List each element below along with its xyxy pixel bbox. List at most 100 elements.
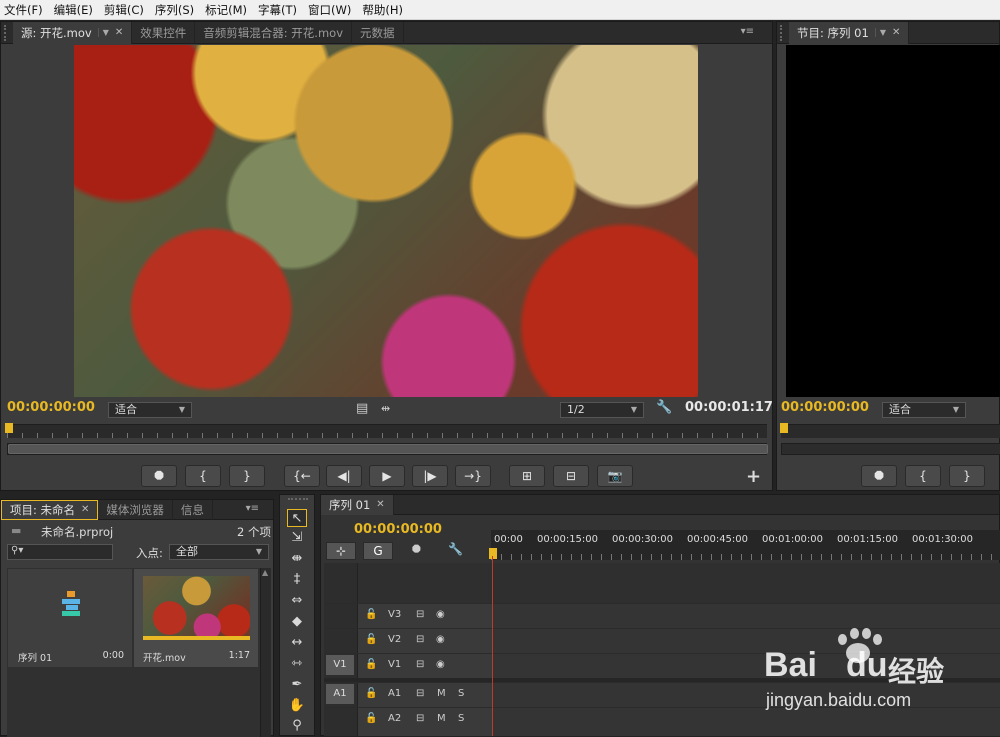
program-mark-in-button[interactable]: { xyxy=(905,465,941,487)
tab-audio-clip-mixer[interactable]: 音频剪辑混合器: 开花.mov xyxy=(195,21,353,44)
menu-window[interactable]: 窗口(W) xyxy=(308,2,351,18)
mute-button[interactable]: M xyxy=(437,713,446,724)
add-marker-icon[interactable]: ⯃ xyxy=(412,543,421,557)
track-label-v3[interactable]: V3 xyxy=(388,609,401,620)
play-button[interactable]: ▶ xyxy=(369,465,405,487)
snap-button[interactable]: ⊹ xyxy=(326,542,356,560)
panel-menu-icon[interactable]: ▾≡ xyxy=(741,26,754,37)
linked-selection-button[interactable]: G xyxy=(363,542,393,560)
close-icon[interactable]: ✕ xyxy=(376,499,384,510)
lock-icon[interactable]: 🔓 xyxy=(365,609,377,620)
wrench-icon[interactable]: 🔧 xyxy=(656,400,672,415)
timeline-playhead-icon[interactable] xyxy=(489,548,497,559)
program-add-marker-button[interactable]: ⯃ xyxy=(861,465,897,487)
tab-effect-controls[interactable]: 效果控件 xyxy=(132,21,196,44)
source-patch-a1[interactable]: A1 xyxy=(326,684,354,704)
track-label-a1[interactable]: A1 xyxy=(388,688,401,699)
project-scrollbar[interactable]: ▲ xyxy=(260,568,271,737)
selection-tool-icon[interactable]: ↖ xyxy=(287,509,307,527)
source-fit-select[interactable]: 适合 xyxy=(108,402,192,418)
timeline-settings-wrench-icon[interactable]: 🔧 xyxy=(448,542,463,556)
track-label-v1[interactable]: V1 xyxy=(388,659,401,670)
export-frame-button[interactable]: 📷 xyxy=(597,465,633,487)
solo-button[interactable]: S xyxy=(458,713,464,724)
sync-lock-icon[interactable]: ⊟ xyxy=(416,634,424,645)
sync-lock-icon[interactable]: ⊟ xyxy=(416,713,424,724)
mark-in-button[interactable]: { xyxy=(185,465,221,487)
program-mark-out-button[interactable]: } xyxy=(949,465,985,487)
menu-marker[interactable]: 标记(M) xyxy=(205,2,247,18)
go-to-out-button[interactable]: →} xyxy=(455,465,491,487)
scroll-thumb[interactable] xyxy=(8,444,768,454)
panel-grip-icon[interactable] xyxy=(4,24,10,41)
rolling-edit-tool-icon[interactable]: ‡ xyxy=(287,571,307,589)
step-forward-button[interactable]: |▶ xyxy=(412,465,448,487)
film-strip-icon[interactable]: ▤ xyxy=(356,401,368,416)
project-item-sequence[interactable]: 序列 01 0:00 xyxy=(8,569,132,667)
program-fit-select[interactable]: 适合 xyxy=(882,402,966,418)
source-timecode[interactable]: 00:00:00:00 xyxy=(7,400,95,415)
tab-media-browser[interactable]: 媒体浏览器 xyxy=(98,499,173,520)
tab-program[interactable]: 节目: 序列 01 ▼ ✕ xyxy=(789,21,910,44)
drag-audio-video-icon[interactable]: ⇹ xyxy=(381,402,390,415)
source-playhead-icon[interactable] xyxy=(5,423,13,433)
ripple-edit-tool-icon[interactable]: ⇼ xyxy=(287,550,307,568)
program-playhead-icon[interactable] xyxy=(780,423,788,433)
panel-menu-icon[interactable]: ▾≡ xyxy=(246,503,259,514)
timeline-timecode[interactable]: 00:00:00:00 xyxy=(354,522,442,537)
menu-file[interactable]: 文件(F) xyxy=(4,2,43,18)
sync-lock-icon[interactable]: ⊟ xyxy=(416,688,424,699)
button-editor-add-icon[interactable]: + xyxy=(746,466,761,487)
panel-grip-icon[interactable] xyxy=(288,498,308,502)
resolution-select[interactable]: 1/2 xyxy=(560,402,644,418)
program-zoom-scrollbar[interactable] xyxy=(781,443,1000,455)
menu-help[interactable]: 帮助(H) xyxy=(362,2,403,18)
hand-tool-icon[interactable]: ✋ xyxy=(287,697,307,715)
source-patch-v1[interactable]: V1 xyxy=(326,655,354,675)
close-icon[interactable]: ✕ xyxy=(115,27,123,38)
program-time-ruler[interactable] xyxy=(781,424,1000,438)
lock-icon[interactable]: 🔓 xyxy=(365,713,377,724)
project-item-clip[interactable]: 开花.mov 1:17 xyxy=(134,569,258,667)
tab-source[interactable]: 源: 开花.mov ▼ ✕ xyxy=(13,21,133,44)
close-icon[interactable]: ✕ xyxy=(81,504,89,515)
source-zoom-scrollbar[interactable] xyxy=(7,443,768,455)
lock-icon[interactable]: 🔓 xyxy=(365,688,377,699)
menu-edit[interactable]: 编辑(E) xyxy=(54,2,93,18)
chevron-down-icon[interactable]: ▼ xyxy=(874,28,886,37)
menu-sequence[interactable]: 序列(S) xyxy=(155,2,194,18)
add-marker-button[interactable]: ⯃ xyxy=(141,465,177,487)
eye-icon[interactable]: ◉ xyxy=(436,659,445,670)
lock-icon[interactable]: 🔓 xyxy=(365,634,377,645)
tab-project[interactable]: 项目: 未命名 ✕ xyxy=(1,499,99,520)
lock-icon[interactable]: 🔓 xyxy=(365,659,377,670)
sync-lock-icon[interactable]: ⊟ xyxy=(416,659,424,670)
pen-tool-icon[interactable]: ✒ xyxy=(287,676,307,694)
timeline-ruler[interactable]: 00:00 00:00:15:00 00:00:30:00 00:00:45:0… xyxy=(491,530,1000,560)
scroll-up-icon[interactable]: ▲ xyxy=(262,568,268,577)
step-back-button[interactable]: ◀| xyxy=(326,465,362,487)
solo-button[interactable]: S xyxy=(458,688,464,699)
tab-metadata[interactable]: 元数据 xyxy=(352,21,404,44)
mute-button[interactable]: M xyxy=(437,688,446,699)
sync-lock-icon[interactable]: ⊟ xyxy=(416,609,424,620)
in-point-select[interactable]: 全部 xyxy=(169,544,269,560)
track-label-a2[interactable]: A2 xyxy=(388,713,401,724)
track-label-v2[interactable]: V2 xyxy=(388,634,401,645)
tab-info[interactable]: 信息 xyxy=(173,499,213,520)
menu-title[interactable]: 字幕(T) xyxy=(258,2,297,18)
slide-tool-icon[interactable]: ⇿ xyxy=(287,655,307,673)
program-timecode[interactable]: 00:00:00:00 xyxy=(781,400,869,415)
tab-sequence[interactable]: 序列 01 ✕ xyxy=(321,494,394,515)
insert-button[interactable]: ⊞ xyxy=(509,465,545,487)
panel-grip-icon[interactable] xyxy=(780,24,786,41)
go-to-in-button[interactable]: {← xyxy=(284,465,320,487)
eye-icon[interactable]: ◉ xyxy=(436,634,445,645)
search-input[interactable]: ⚲▾ xyxy=(7,544,113,560)
mark-out-button[interactable]: } xyxy=(229,465,265,487)
slip-tool-icon[interactable]: ↔ xyxy=(287,634,307,652)
eye-icon[interactable]: ◉ xyxy=(436,609,445,620)
chevron-down-icon[interactable]: ▼ xyxy=(97,28,109,37)
rate-stretch-tool-icon[interactable]: ⇔ xyxy=(287,592,307,610)
menu-clip[interactable]: 剪辑(C) xyxy=(104,2,144,18)
